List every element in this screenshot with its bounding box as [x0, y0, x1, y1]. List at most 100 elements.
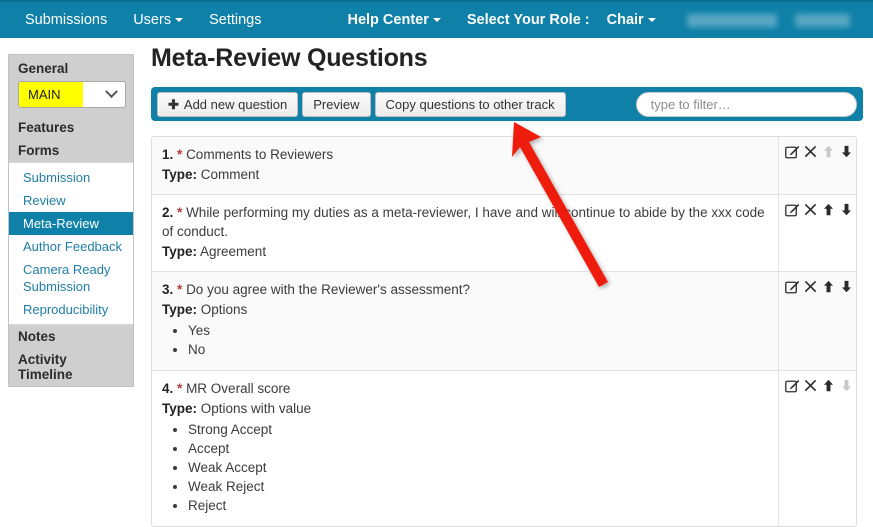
question-type-line: Type: Options — [162, 300, 768, 319]
question-body: 4. * MR Overall score Type: Options with… — [152, 371, 779, 526]
edit-icon[interactable] — [785, 203, 800, 217]
move-up-icon[interactable] — [822, 379, 835, 392]
select-your-role-label: Select Your Role : — [466, 12, 590, 28]
copy-questions-to-other-track-button[interactable]: Copy questions to other track — [374, 91, 566, 117]
delete-icon[interactable] — [804, 379, 817, 392]
sidebar-item-review[interactable]: Review — [9, 189, 133, 212]
question-number: 3. — [162, 282, 174, 297]
sidebar-forms-sublist: Submission Review Meta-Review Author Fee… — [9, 162, 133, 325]
role-dropdown-chair[interactable]: Chair — [594, 2, 669, 38]
list-item: Yes — [188, 322, 768, 340]
table-row: 3. * Do you agree with the Reviewer's as… — [152, 272, 856, 371]
list-item: Strong Accept — [188, 421, 768, 439]
edit-icon[interactable] — [785, 379, 800, 393]
add-new-question-button[interactable]: ✚ Add new question — [157, 91, 299, 117]
row-actions — [779, 272, 856, 370]
move-up-icon — [822, 145, 835, 158]
question-body: 1. * Comments to Reviewers Type: Comment — [152, 137, 779, 194]
required-marker: * — [177, 205, 183, 220]
sidebar-item-camera-ready-submission[interactable]: Camera Ready Submission — [9, 258, 133, 298]
table-row: 2. * While performing my duties as a met… — [152, 195, 856, 272]
sidebar-header-general: General — [18, 61, 69, 76]
sidebar-item-forms[interactable]: Forms — [9, 139, 133, 162]
table-row: 4. * MR Overall score Type: Options with… — [152, 371, 856, 526]
question-title: MR Overall score — [186, 381, 291, 396]
sidebar-item-author-feedback[interactable]: Author Feedback — [9, 235, 133, 258]
required-marker: * — [177, 282, 183, 297]
edit-icon[interactable] — [785, 145, 800, 159]
table-row: 1. * Comments to Reviewers Type: Comment — [152, 137, 856, 195]
add-new-question-label: Add new question — [183, 96, 288, 112]
question-type-line: Type: Comment — [162, 165, 768, 184]
top-navbar: Submissions Users Settings Help Center S… — [0, 0, 873, 38]
questions-toolbar: ✚ Add new question Preview Copy question… — [151, 87, 863, 121]
move-up-icon[interactable] — [822, 203, 835, 216]
question-options: Strong Accept Accept Weak Accept Weak Re… — [162, 421, 768, 515]
list-item: Accept — [188, 440, 768, 458]
list-item: No — [188, 341, 768, 359]
question-number: 4. — [162, 381, 174, 396]
track-select[interactable]: MAIN — [18, 81, 126, 108]
filter-input[interactable] — [635, 91, 857, 117]
edit-icon[interactable] — [785, 280, 800, 294]
redacted-user-name — [686, 13, 777, 27]
redacted-logout — [794, 13, 850, 27]
question-title: Comments to Reviewers — [186, 147, 334, 162]
sidebar-item-features[interactable]: Features — [9, 116, 133, 139]
row-actions — [779, 195, 856, 271]
chevron-down-icon — [647, 18, 656, 23]
question-type-value: Options — [200, 302, 248, 317]
question-title: While performing my duties as a meta-rev… — [162, 205, 765, 239]
navbar-left-group: Submissions Users Settings — [12, 2, 274, 38]
sidebar-item-submission[interactable]: Submission — [9, 166, 133, 189]
plus-icon: ✚ — [168, 96, 179, 112]
nav-item-settings[interactable]: Settings — [196, 2, 274, 38]
help-center-label: Help Center — [347, 12, 429, 28]
sidebar: General MAIN Features Forms Submission R… — [8, 54, 134, 387]
question-title-line: 3. * Do you agree with the Reviewer's as… — [162, 280, 768, 299]
preview-button[interactable]: Preview — [302, 91, 371, 117]
question-number: 2. — [162, 205, 174, 220]
chevron-down-icon — [105, 85, 118, 99]
question-type-label: Type: — [162, 401, 198, 416]
sidebar-item-activity-timeline[interactable]: Activity Timeline — [9, 348, 133, 386]
question-type-value: Options with value — [200, 401, 312, 416]
move-down-icon[interactable] — [840, 280, 853, 293]
sidebar-item-meta-review[interactable]: Meta-Review — [9, 212, 133, 235]
question-type-line: Type: Options with value — [162, 399, 768, 418]
question-type-line: Type: Agreement — [162, 242, 768, 261]
move-down-icon[interactable] — [840, 203, 853, 216]
sidebar-item-notes[interactable]: Notes — [9, 325, 133, 348]
move-up-icon[interactable] — [822, 280, 835, 293]
page-title: Meta-Review Questions — [151, 44, 428, 72]
chevron-down-icon — [432, 18, 441, 23]
list-item: Weak Reject — [188, 478, 768, 496]
track-select-value: MAIN — [19, 82, 83, 107]
question-title-line: 1. * Comments to Reviewers — [162, 145, 768, 164]
question-title-line: 4. * MR Overall score — [162, 379, 768, 398]
question-title: Do you agree with the Reviewer's assessm… — [186, 282, 471, 297]
move-down-icon — [840, 379, 853, 392]
chevron-down-icon — [175, 18, 184, 23]
delete-icon[interactable] — [804, 145, 817, 158]
required-marker: * — [177, 147, 183, 162]
question-type-label: Type: — [162, 244, 198, 259]
main-content: Meta-Review Questions ✚ Add new question… — [151, 44, 863, 527]
question-options: Yes No — [162, 322, 768, 359]
nav-item-users[interactable]: Users — [120, 2, 196, 38]
questions-table: 1. * Comments to Reviewers Type: Comment — [151, 136, 857, 527]
sidebar-item-reproducibility[interactable]: Reproducibility — [9, 298, 133, 321]
question-number: 1. — [162, 147, 174, 162]
nav-item-users-label: Users — [133, 12, 172, 28]
list-item: Weak Accept — [188, 459, 768, 477]
row-actions — [779, 371, 856, 526]
question-body: 2. * While performing my duties as a met… — [152, 195, 779, 271]
move-down-icon[interactable] — [840, 145, 853, 158]
delete-icon[interactable] — [804, 203, 817, 216]
question-type-label: Type: — [162, 167, 198, 182]
question-body: 3. * Do you agree with the Reviewer's as… — [152, 272, 779, 370]
delete-icon[interactable] — [804, 280, 817, 293]
nav-item-help-center[interactable]: Help Center — [334, 2, 453, 38]
nav-item-submissions[interactable]: Submissions — [12, 2, 120, 38]
question-type-label: Type: — [162, 302, 198, 317]
